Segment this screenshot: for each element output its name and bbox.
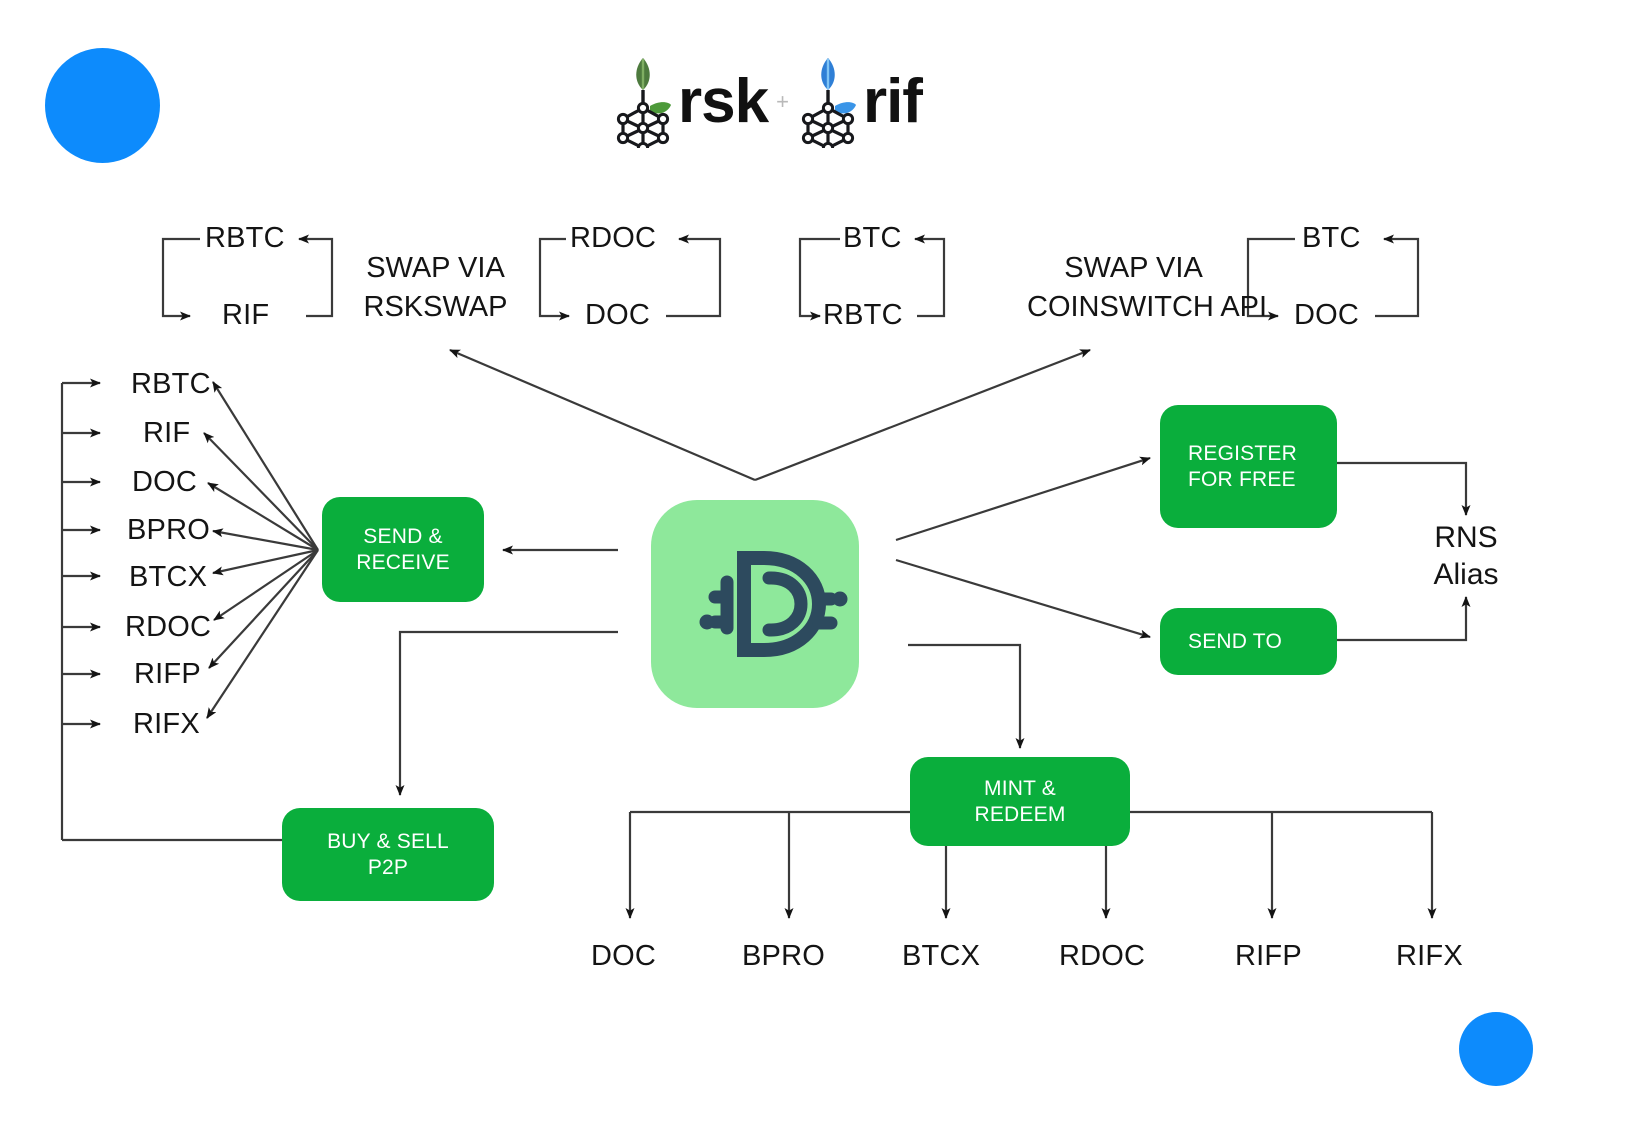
swap-token-rbtc-bottom: RBTC [823,299,903,331]
send-receive-token-rif: RIF [143,417,191,449]
send-receive-token-rbtc: RBTC [131,368,211,400]
swap-token-rdoc-top: RDOC [570,222,657,254]
buy-sell-line1: BUY & SELL [327,829,449,853]
brand-word-rsk: rsk [678,67,769,136]
mint-redeem-line2: REDEEM [974,802,1066,826]
mint-redeem-line1: MINT & [984,776,1056,800]
send-to-label: SEND TO [1188,629,1282,653]
register-line1: REGISTER [1188,441,1297,465]
rns-alias-label: RNS Alias [1400,520,1532,593]
buy-and-sell-p2p-box[interactable]: BUY & SELL P2P [282,808,494,901]
mint-redeem-token-bpro: BPRO [742,940,825,972]
swap-token-btc-top: BTC [843,222,902,254]
swap-coinswitch-line2: COINSWITCH API [1027,291,1268,324]
rsk-hexagon-leaf-logo [616,58,671,148]
swap-rskswap-line2: RSKSWAP [363,291,508,324]
send-receive-line1: SEND & [363,524,443,548]
swap-token-rif-bottom: RIF [222,299,270,331]
rns-alias-line1: RNS [1434,521,1498,554]
send-receive-token-rdoc: RDOC [125,611,212,643]
brand-word-rif: rif [862,67,923,136]
decorative-blue-circle-bottom-right [1459,1012,1533,1086]
swap-via-coinswitch-label: SWAP VIA COINSWITCH API [1027,249,1268,327]
mint-and-redeem-box[interactable]: MINT & REDEEM [910,757,1130,846]
mint-redeem-token-doc: DOC [591,940,657,972]
rif-hexagon-leaf-logo [801,58,856,148]
defiant-wallet-app-tile[interactable] [651,500,859,708]
send-to-box[interactable]: SEND TO [1160,608,1337,675]
swap-coinswitch-line1: SWAP VIA [1064,252,1203,284]
buy-sell-line2: P2P [367,855,409,879]
defiant-wallet-d-icon [699,551,848,657]
decorative-blue-circle-top-left [45,48,160,163]
send-receive-line2: RECEIVE [356,550,450,574]
send-receive-token-btcx: BTCX [129,561,208,593]
swap-token-rbtc-top: RBTC [205,222,285,254]
swap-via-rskswap-label: SWAP VIA RSKSWAP [358,249,513,327]
rns-alias-line2: Alias [1433,557,1499,591]
register-line2: FOR FREE [1188,467,1296,491]
swap-rskswap-line1: SWAP VIA [366,252,505,284]
register-for-free-box[interactable]: REGISTER FOR FREE [1160,405,1337,528]
diagram-canvas: rsk + rif RBTC RIF SWAP VIA RSKSWAP RDOC… [0,0,1625,1137]
brand-plus-separator: + [776,89,789,114]
mint-redeem-token-rifp: RIFP [1235,940,1302,972]
send-receive-token-rifp: RIFP [134,658,201,690]
swap-token-doc-bottom: DOC [585,299,651,331]
swap-token-btc-top-2: BTC [1302,222,1361,254]
send-receive-token-doc: DOC [132,466,198,498]
send-receive-token-bpro: BPRO [127,514,210,546]
send-receive-token-rifx: RIFX [133,708,200,740]
mint-redeem-token-rdoc: RDOC [1059,940,1146,972]
send-and-receive-box[interactable]: SEND & RECEIVE [322,497,484,602]
brand-lockup: rsk + rif [612,56,923,148]
swap-token-doc-bottom-2: DOC [1294,299,1360,331]
mint-redeem-token-btcx: BTCX [902,940,981,972]
mint-redeem-token-rifx: RIFX [1396,940,1463,972]
